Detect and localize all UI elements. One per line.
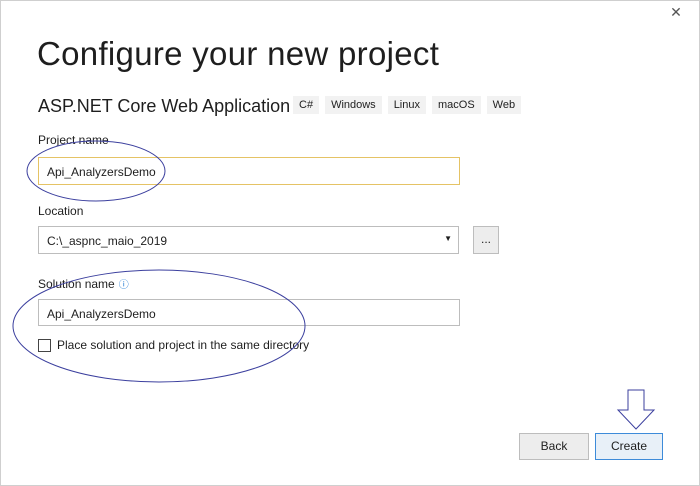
down-arrow-icon: [616, 389, 656, 430]
tag-csharp: C#: [293, 96, 320, 114]
tag-macos: macOS: [431, 96, 481, 114]
same-directory-label: Place solution and project in the same d…: [57, 338, 310, 352]
tag-linux: Linux: [387, 96, 426, 114]
create-button[interactable]: Create: [595, 433, 663, 460]
same-directory-checkbox[interactable]: [38, 338, 51, 352]
info-icon[interactable]: ⓘ: [119, 276, 129, 291]
chevron-down-icon[interactable]: ▼: [444, 234, 452, 243]
location-value: C:\_aspnc_maio_2019: [47, 234, 168, 248]
same-directory-option[interactable]: Place solution and project in the same d…: [38, 338, 309, 352]
tag-windows: Windows: [325, 96, 382, 114]
back-button[interactable]: Back: [519, 433, 589, 460]
close-icon[interactable]: ✕: [667, 3, 685, 21]
location-select[interactable]: C:\_aspnc_maio_2019 ▼: [38, 226, 459, 254]
template-name: ASP.NET Core Web Application: [38, 96, 291, 116]
configure-project-dialog: ✕ Configure your new project ASP.NET Cor…: [0, 0, 700, 486]
browse-button[interactable]: ...: [473, 226, 499, 254]
solution-name-input[interactable]: Api_AnalyzersDemo: [38, 299, 460, 326]
template-tags: C# Windows Linux macOS Web: [293, 96, 522, 114]
project-name-input[interactable]: Api_AnalyzersDemo: [38, 157, 460, 185]
location-label: Location: [38, 204, 84, 218]
page-title: Configure your new project: [37, 35, 440, 72]
project-name-label: Project name: [38, 133, 109, 147]
solution-name-label: Solution name ⓘ: [38, 276, 129, 291]
tag-web: Web: [486, 96, 522, 114]
solution-name-label-text: Solution name: [38, 277, 115, 291]
